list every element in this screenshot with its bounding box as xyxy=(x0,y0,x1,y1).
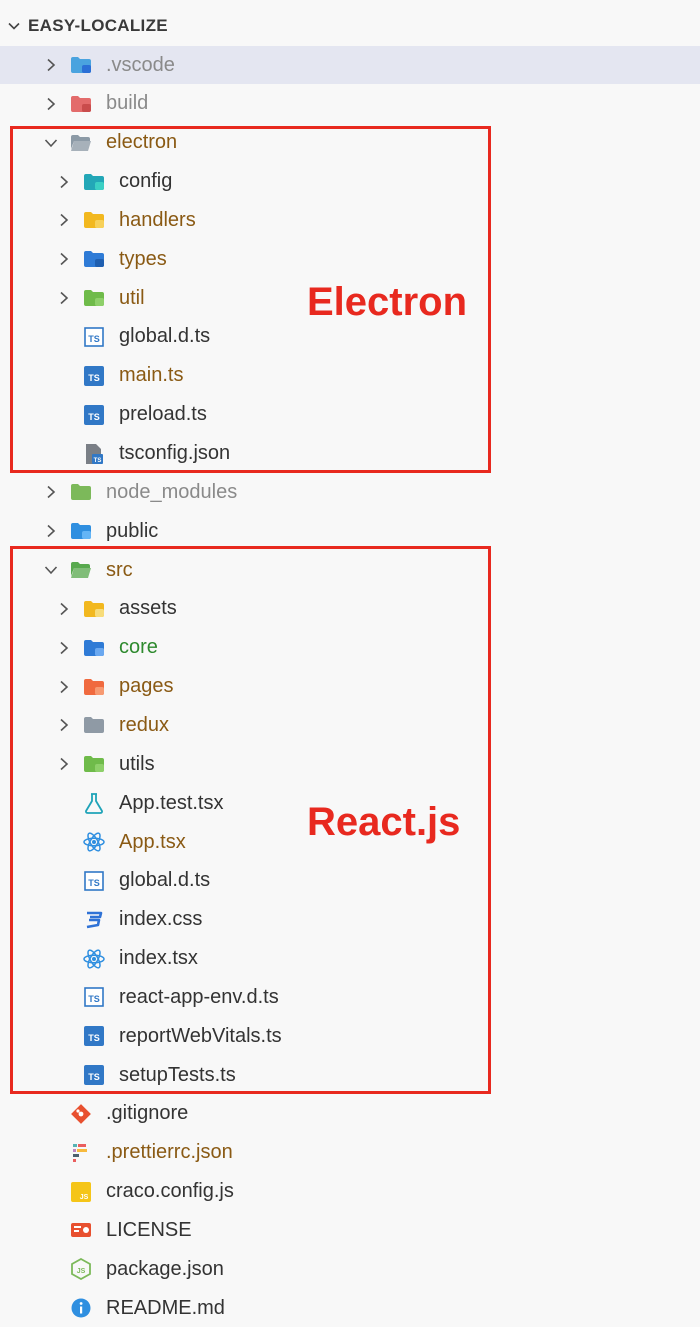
chevron-down-icon xyxy=(0,19,28,33)
item-label: LICENSE xyxy=(106,1219,192,1241)
item-label: README.md xyxy=(106,1296,225,1319)
explorer-header[interactable]: EASY-LOCALIZE xyxy=(0,9,700,43)
item-label: build xyxy=(106,92,149,115)
svg-text:JS: JS xyxy=(77,1268,86,1275)
nodejs-icon: JS xyxy=(70,1258,92,1281)
build-folder-icon xyxy=(70,93,92,115)
svg-text:JS: JS xyxy=(80,1194,89,1201)
item-label: craco.config.js xyxy=(106,1180,234,1203)
file-explorer: EASY-LOCALIZE .vscode build electron con… xyxy=(0,0,700,1319)
item-label: node_modules xyxy=(106,480,238,503)
chevron-right-icon[interactable] xyxy=(42,522,60,540)
file-item[interactable]: LICENSE xyxy=(0,1212,700,1250)
react-annotation: React.js xyxy=(307,800,461,844)
electron-annotation: Electron xyxy=(307,280,468,324)
javascript-icon: JS xyxy=(70,1181,92,1203)
chevron-right-icon[interactable] xyxy=(42,483,60,501)
info-icon xyxy=(70,1297,92,1319)
chevron-right-icon[interactable] xyxy=(42,95,60,113)
license-icon xyxy=(70,1220,92,1242)
folder-item[interactable]: node_modules xyxy=(0,473,700,511)
file-item[interactable]: JS package.json xyxy=(0,1250,700,1288)
folder-item[interactable]: public xyxy=(0,512,700,550)
public-folder-icon xyxy=(70,520,92,542)
folder-item[interactable]: .vscode xyxy=(0,46,700,84)
file-item[interactable]: JS craco.config.js xyxy=(0,1173,700,1211)
file-item[interactable]: .prettierrc.json xyxy=(0,1134,700,1172)
item-label: package.json xyxy=(106,1257,224,1280)
prettier-icon xyxy=(70,1142,92,1164)
item-label: .vscode xyxy=(106,53,175,76)
vscode-folder-icon xyxy=(70,54,92,76)
git-icon xyxy=(70,1103,92,1125)
item-label: public xyxy=(106,519,159,542)
folder-item[interactable]: build xyxy=(0,85,700,123)
chevron-right-icon[interactable] xyxy=(42,56,60,74)
node-modules-folder-icon xyxy=(70,481,92,503)
file-item[interactable]: README.md xyxy=(0,1289,700,1327)
file-item[interactable]: .gitignore xyxy=(0,1095,700,1133)
item-label: .prettierrc.json xyxy=(106,1141,233,1164)
explorer-title: EASY-LOCALIZE xyxy=(28,16,168,35)
item-label: .gitignore xyxy=(106,1102,189,1125)
